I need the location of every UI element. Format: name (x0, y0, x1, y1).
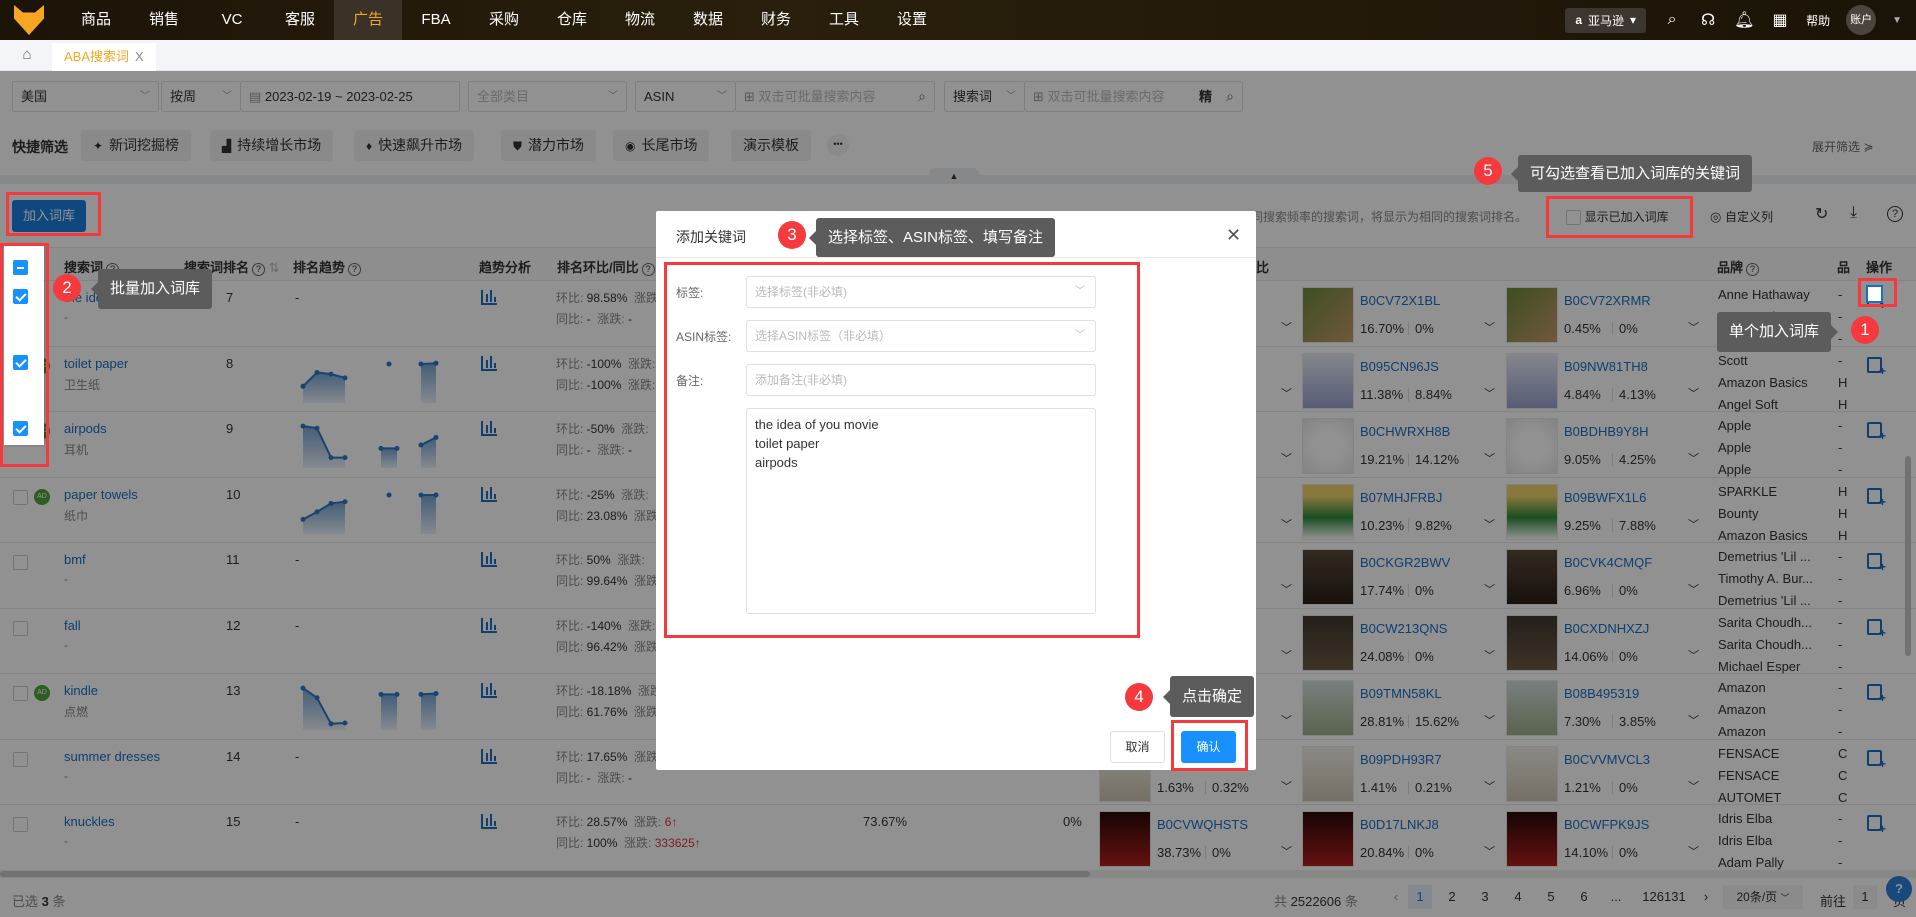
close-icon[interactable]: ✕ (1226, 225, 1241, 246)
cancel-button[interactable]: 取消 (1110, 731, 1165, 763)
marketplace-label: 亚马逊 (1588, 13, 1625, 28)
nav-item[interactable]: 数据 (674, 0, 742, 40)
apps-grid-icon[interactable]: ▦ (1770, 10, 1790, 30)
nav-item[interactable]: 设置 (878, 0, 946, 40)
bell-icon[interactable]: 🔔︎ (1734, 10, 1754, 30)
fox-logo-icon[interactable] (14, 5, 44, 35)
marketplace-switcher[interactable]: a 亚马逊 ▾ (1565, 7, 1647, 33)
highlight-checkbox-column (0, 243, 49, 467)
annotation-tooltip: 批量加入词库 (90, 269, 213, 309)
home-icon[interactable]: ⌂ (14, 46, 40, 66)
highlight-confirm (1171, 720, 1248, 771)
annotation-badge: 2 (53, 274, 81, 302)
avatar[interactable]: 账户 (1846, 5, 1877, 35)
nav-item[interactable]: VC (198, 0, 266, 40)
nav-item[interactable]: 采购 (470, 0, 538, 40)
divider (656, 257, 1256, 258)
tab-close-icon[interactable]: X (135, 49, 144, 64)
highlight-single-add (1858, 278, 1897, 307)
nav-item[interactable]: 商品 (62, 0, 130, 40)
nav-item[interactable]: FBA (402, 0, 470, 40)
nav-item[interactable]: 客服 (266, 0, 334, 40)
top-nav: 商品 销售 VC 客服 广告 FBA 采购 仓库 物流 数据 财务 工具 设置 a 亚马逊 ▾ ⌕ ☊ 🔔︎… (0, 0, 1916, 40)
tab-aba-search-terms[interactable]: ABA搜索词 X (52, 43, 156, 71)
annotation-badge: 1 (1851, 316, 1879, 344)
nav-item[interactable]: 广告 (334, 0, 402, 40)
nav-right: a 亚马逊 ▾ ⌕ ☊ 🔔︎ ▦ 帮助 账户 ▼ (1565, 0, 1902, 40)
search-icon[interactable]: ⌕ (1662, 11, 1682, 29)
account-label: 账户 (1850, 14, 1873, 26)
amazon-icon: a (1575, 13, 1583, 27)
annotation-badge: 3 (778, 221, 806, 249)
caret-down-icon: ▾ (1630, 13, 1637, 27)
highlight-add-button (6, 192, 101, 236)
tab-label: ABA搜索词 (64, 49, 130, 64)
annotation-badge: 4 (1125, 683, 1153, 711)
highlight-show-added (1546, 196, 1693, 238)
annotation-tooltip: 选择标签、ASIN标签、填写备注 (808, 218, 1056, 257)
annotation-tooltip: 单个加入词库 (1717, 312, 1839, 352)
nav-item[interactable]: 仓库 (538, 0, 606, 40)
annotation-tooltip: 可勾选查看已加入词库的关键词 (1510, 155, 1753, 192)
tab-bar: ⌂ ABA搜索词 X (0, 40, 1916, 71)
nav-menu: 商品 销售 VC 客服 广告 FBA 采购 仓库 物流 数据 财务 工具 设置 (62, 0, 946, 40)
annotation-badge: 5 (1474, 157, 1502, 185)
dialog-title: 添加关键词 (676, 229, 746, 245)
help-link[interactable]: 帮助 (1806, 12, 1830, 29)
nav-item[interactable]: 财务 (742, 0, 810, 40)
annotation-tooltip: 点击确定 (1162, 676, 1255, 717)
nav-item[interactable]: 物流 (606, 0, 674, 40)
nav-item[interactable]: 销售 (130, 0, 198, 40)
headset-icon[interactable]: ☊ (1698, 10, 1718, 30)
highlight-dialog-fields (664, 262, 1140, 638)
nav-item[interactable]: 工具 (810, 0, 878, 40)
caret-down-icon[interactable]: ▼ (1892, 15, 1902, 26)
